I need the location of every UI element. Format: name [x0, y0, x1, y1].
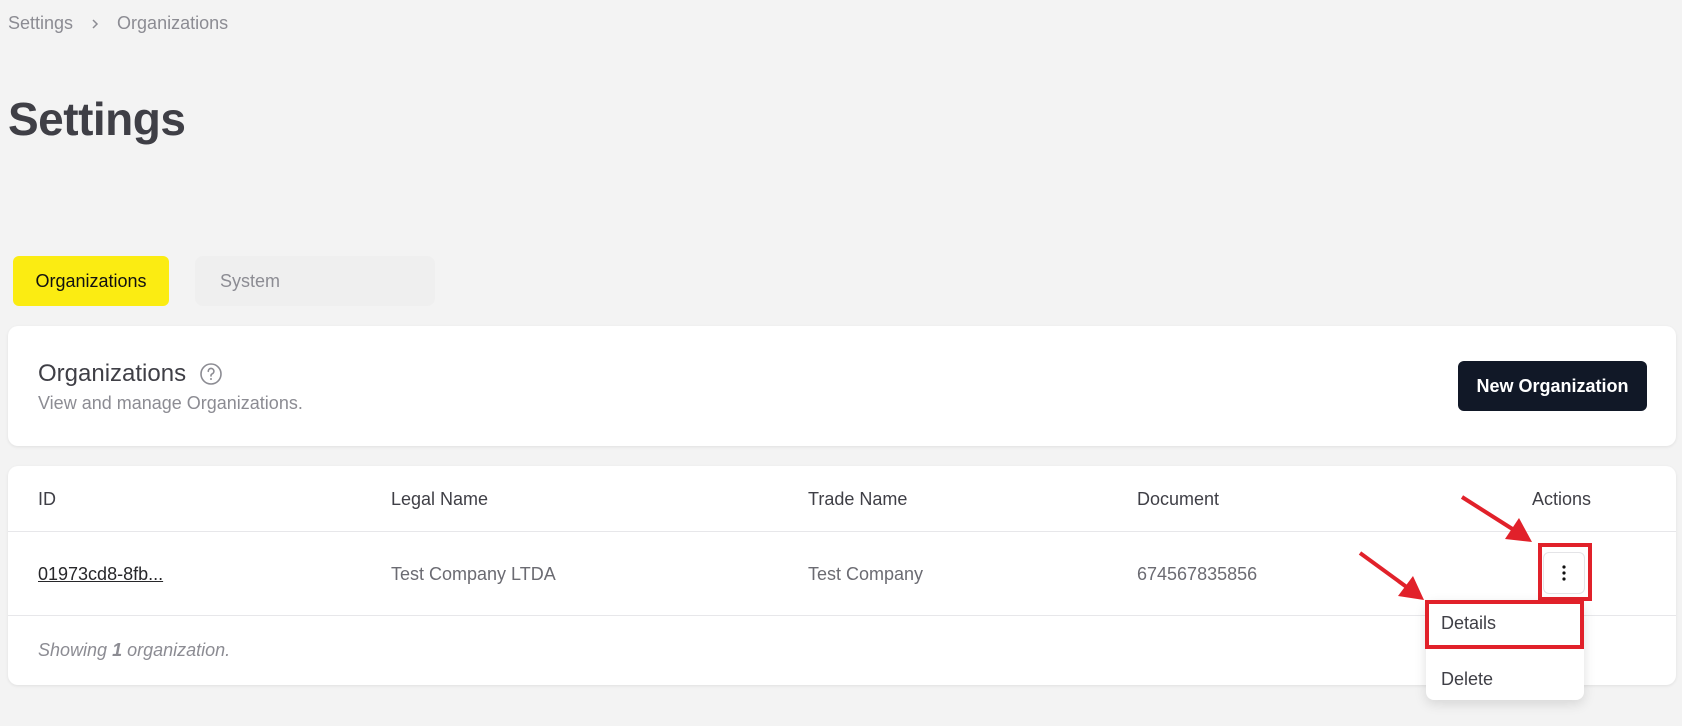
footer-suffix: organization. [127, 640, 231, 660]
column-header-document: Document [1137, 489, 1220, 509]
cell-id-link[interactable]: 01973cd8-8fb... [38, 564, 163, 585]
footer-prefix: Showing [38, 640, 108, 660]
menu-item-delete[interactable]: Delete [1441, 669, 1493, 690]
cell-legal-name: Test Company LTDA [391, 564, 556, 584]
footer-count: 1 [112, 640, 123, 660]
chevron-right-icon [89, 18, 101, 30]
column-header-trade-name: Trade Name [808, 489, 908, 509]
new-organization-button[interactable]: New Organization [1458, 361, 1647, 411]
tab-organizations[interactable]: Organizations [13, 256, 169, 306]
column-header-legal-name: Legal Name [391, 489, 489, 509]
cell-trade-name: Test Company [808, 564, 924, 584]
breadcrumb-current: Organizations [117, 13, 229, 33]
annotation-highlight-actions [1538, 543, 1592, 601]
section-subtitle: View and manage Organizations. [38, 393, 303, 413]
column-header-actions: Actions [1532, 489, 1592, 509]
page-title: Settings [8, 93, 186, 145]
header-divider [8, 531, 1676, 532]
column-header-id: ID [38, 489, 56, 509]
breadcrumb: Settings Organizations [8, 13, 228, 34]
breadcrumb-settings-link[interactable]: Settings [8, 13, 73, 34]
organizations-header-card [8, 326, 1676, 446]
tab-system[interactable]: System [196, 256, 304, 306]
question-circle-icon[interactable] [199, 362, 223, 386]
annotation-highlight-details [1425, 600, 1584, 649]
cell-document: 674567835856 [1137, 564, 1258, 584]
section-title: Organizations [38, 360, 223, 388]
section-title-text: Organizations [38, 360, 187, 387]
table-footer-count: Showing 1 organization. [38, 640, 230, 661]
